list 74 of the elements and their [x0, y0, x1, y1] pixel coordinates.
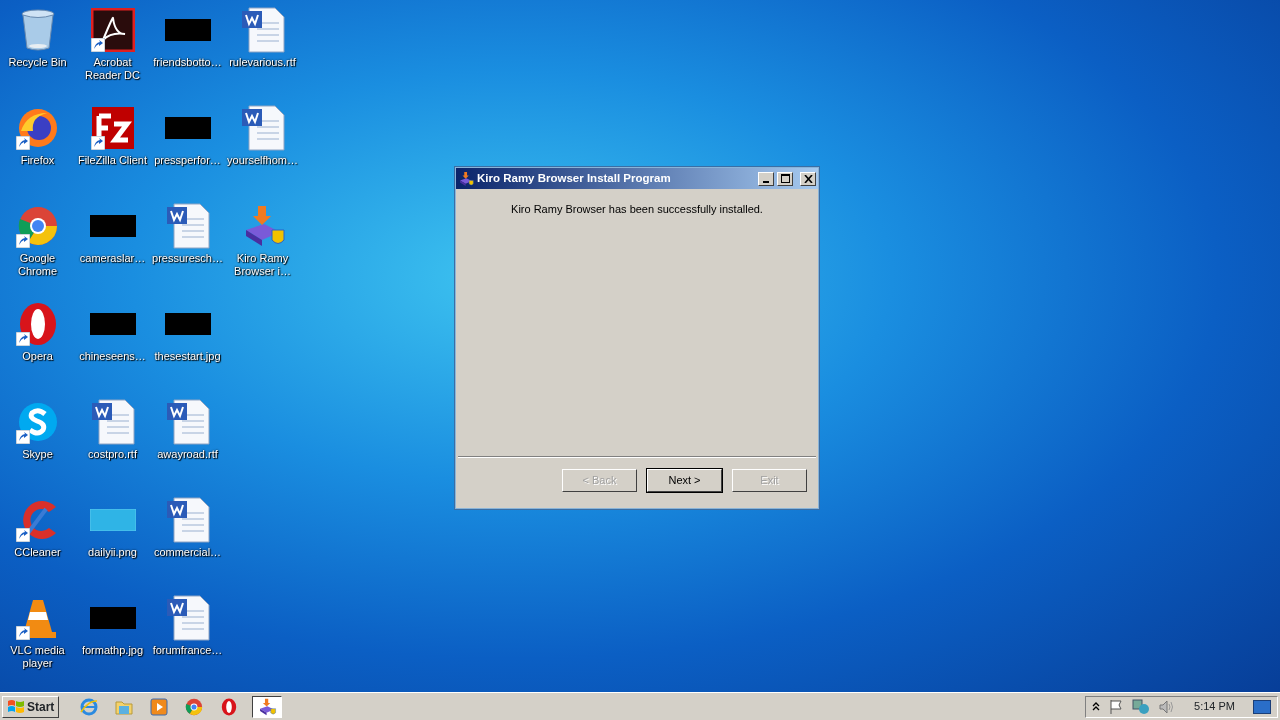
chrome-circle-icon — [185, 697, 204, 716]
word-document-icon[interactable] — [165, 203, 210, 249]
image-thumbnail[interactable] — [89, 313, 136, 335]
shortcut-arrow-icon — [90, 136, 105, 150]
minimize-button[interactable] — [758, 171, 774, 186]
desktop-icon-label[interactable]: Recycle Bin — [0, 56, 75, 69]
image-thumbnail[interactable] — [89, 509, 136, 531]
desktop-icon-label[interactable]: thesestart.jpg — [150, 350, 225, 363]
shortcut-arrow-icon — [15, 626, 30, 640]
desktop-icon-label[interactable]: forumfrance… — [150, 644, 225, 657]
shortcut-arrow-icon — [90, 38, 105, 52]
image-thumbnail[interactable] — [164, 313, 211, 335]
desktop-icon-label[interactable]: dailyii.png — [75, 546, 150, 559]
desktop-icon-label[interactable]: costpro.rtf — [75, 448, 150, 461]
desktop-icon-label[interactable]: rulevarious.rtf — [225, 56, 300, 69]
minimize-icon — [763, 180, 769, 183]
shortcut-arrow-icon — [15, 136, 30, 150]
play-icon — [150, 697, 169, 716]
shortcut-arrow-icon — [15, 430, 30, 444]
shortcut-arrow-icon — [15, 332, 30, 346]
desktop-icon-label[interactable]: Acrobat Reader DC — [75, 56, 150, 82]
desktop-icon-label[interactable]: pressperfor… — [150, 154, 225, 167]
clock-time[interactable]: 5:14 PM — [1194, 698, 1235, 715]
monitor-icon[interactable] — [1253, 699, 1271, 714]
close-button[interactable] — [800, 171, 816, 186]
word-document-icon[interactable] — [165, 497, 210, 543]
desktop-icon-label[interactable]: chineseens… — [75, 350, 150, 363]
desktop-icon-label[interactable]: pressuresch… — [150, 252, 225, 265]
word-document-icon[interactable] — [165, 399, 210, 445]
recycle-bin-icon[interactable] — [19, 8, 56, 52]
desktop-icon-label[interactable]: formathp.jpg — [75, 644, 150, 657]
folder-icon — [115, 698, 134, 715]
image-thumbnail[interactable] — [89, 607, 136, 629]
shortcut-arrow-icon — [15, 234, 30, 248]
desktop-icon-label[interactable]: Firefox — [0, 154, 75, 167]
word-document-icon[interactable] — [240, 7, 285, 53]
word-document-icon[interactable] — [240, 105, 285, 151]
status-message: Kiro Ramy Browser has been successfully installed. — [510, 202, 764, 217]
flag-icon[interactable] — [1108, 698, 1125, 715]
desktop-icon-label[interactable]: Skype — [0, 448, 75, 461]
desktop-icon-label[interactable]: CCleaner — [0, 546, 75, 559]
shortcut-arrow-icon — [15, 528, 30, 542]
desktop-icon-label[interactable]: Kiro Ramy Browser i… — [225, 252, 300, 278]
network-icon[interactable] — [1132, 698, 1151, 715]
desktop-icon-label[interactable]: friendsbotto… — [150, 56, 225, 69]
opera-o-icon — [221, 697, 238, 716]
image-thumbnail[interactable] — [164, 19, 211, 41]
window-title: Kiro Ramy Browser Install Program — [477, 170, 672, 186]
image-thumbnail[interactable] — [164, 117, 211, 139]
installer-box-icon — [458, 170, 474, 187]
speaker-icon[interactable] — [1158, 698, 1175, 715]
desktop-icon-label[interactable]: FileZilla Client — [75, 154, 150, 167]
desktop-icon-label[interactable]: Opera — [0, 350, 75, 363]
word-document-icon[interactable] — [165, 595, 210, 641]
desktop-icon-label[interactable]: commercial… — [150, 546, 225, 559]
image-thumbnail[interactable] — [89, 215, 136, 237]
word-document-icon[interactable] — [90, 399, 135, 445]
desktop-icon-label[interactable]: VLC media player — [0, 644, 75, 670]
maximize-button[interactable] — [777, 171, 793, 186]
desktop-icon-label[interactable]: awayroad.rtf — [150, 448, 225, 461]
acrobat-icon[interactable] — [90, 8, 135, 52]
chevron-up-icon[interactable] — [1092, 702, 1101, 711]
desktop-icon-label[interactable]: cameraslar… — [75, 252, 150, 265]
ie-logo-icon — [80, 697, 99, 716]
installer-box-icon — [257, 697, 278, 716]
desktop-icon-label[interactable]: Google Chrome — [0, 252, 75, 278]
next-button[interactable]: Next > — [647, 469, 722, 492]
four-color-flag-icon — [7, 698, 25, 715]
start-button[interactable]: Start — [2, 695, 60, 718]
taskbar-app-button[interactable] — [252, 695, 283, 718]
desktop-icon-label[interactable]: yourselfhom… — [225, 154, 300, 167]
maximize-icon — [780, 174, 790, 183]
close-icon — [803, 174, 813, 183]
fz-logo-icon[interactable] — [90, 106, 135, 150]
